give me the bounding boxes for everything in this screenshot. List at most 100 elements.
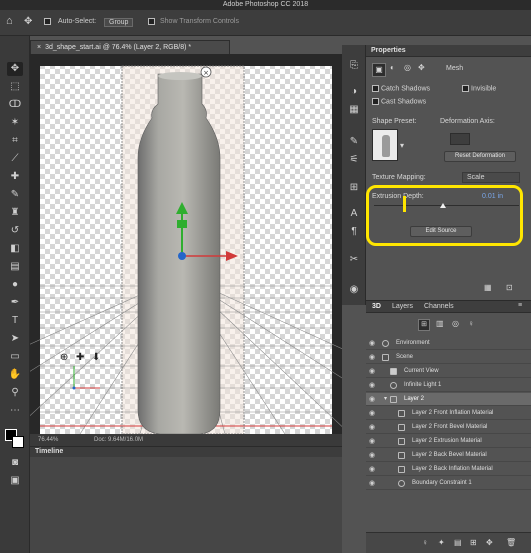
mesh-mode-label: Mesh bbox=[446, 65, 464, 72]
screen-mode-icon[interactable]: ▣ bbox=[7, 474, 23, 488]
tab-channels[interactable]: Channels bbox=[424, 303, 454, 310]
layer-row-boundary-constraint[interactable]: ◉ Boundary Constraint 1 bbox=[366, 477, 531, 490]
visibility-eye-icon[interactable]: ◉ bbox=[369, 449, 375, 462]
tools-preset-icon[interactable]: ✂ bbox=[347, 253, 361, 267]
canvas-area[interactable]: × ⊕ ✚ ⬇ bbox=[0, 54, 531, 435]
cast-shadows-row[interactable]: Cast Shadows bbox=[372, 98, 426, 105]
reset-deformation-button[interactable]: Reset Deformation bbox=[444, 151, 516, 162]
materials-filter-icon[interactable]: ◎ bbox=[452, 319, 459, 328]
visibility-eye-icon[interactable]: ◉ bbox=[369, 407, 375, 420]
catch-shadows-label: Catch Shadows bbox=[381, 85, 431, 93]
home-icon[interactable]: ⌂ bbox=[6, 15, 13, 27]
pen-tool-icon[interactable]: ✒ bbox=[7, 296, 23, 310]
stamp-tool-icon[interactable]: ♜ bbox=[7, 206, 23, 220]
layer-row-layer-2[interactable]: ◉ ▾ Layer 2 bbox=[366, 393, 531, 406]
swatches-panel-icon[interactable]: ▦ bbox=[347, 103, 361, 117]
zoom-tool-icon[interactable]: ⚲ bbox=[7, 386, 23, 400]
shape-tool-icon[interactable]: ▭ bbox=[7, 350, 23, 364]
visibility-eye-icon[interactable]: ◉ bbox=[369, 379, 375, 392]
meshes-filter-icon[interactable]: ▥ bbox=[436, 319, 444, 328]
properties-options-icon[interactable]: ⊡ bbox=[506, 283, 513, 292]
layer-row-front-inflation[interactable]: ◉ Layer 2 Front Inflation Material bbox=[366, 407, 531, 420]
gradient-tool-icon[interactable]: ▤ bbox=[7, 260, 23, 274]
layer-row-back-bevel[interactable]: ◉ Layer 2 Back Bevel Material bbox=[366, 449, 531, 462]
path-select-icon[interactable]: ➤ bbox=[7, 332, 23, 346]
tab-layers[interactable]: Layers bbox=[392, 303, 413, 310]
new-3d-object-icon[interactable]: ⊞ bbox=[470, 538, 477, 547]
paragraph-panel-icon[interactable]: ¶ bbox=[347, 225, 361, 239]
document-close-icon[interactable]: × bbox=[37, 44, 41, 51]
brush-panel-icon[interactable]: ✎ bbox=[347, 135, 361, 149]
texture-mapping-dropdown[interactable]: Scale bbox=[462, 172, 520, 183]
visibility-eye-icon[interactable]: ◉ bbox=[369, 337, 375, 350]
expand-chevron-icon[interactable]: ▾ bbox=[384, 393, 387, 406]
layer-row-infinite-light[interactable]: ◉ Infinite Light 1 bbox=[366, 379, 531, 392]
auto-select-checkbox[interactable] bbox=[44, 18, 53, 25]
delete-icon[interactable]: 🗑 bbox=[506, 538, 516, 547]
3d-panel-icon[interactable]: ◉ bbox=[347, 283, 361, 297]
panel-menu-icon[interactable]: ≡ bbox=[518, 302, 522, 309]
visibility-eye-icon[interactable]: ◉ bbox=[369, 435, 375, 448]
hand-tool-icon[interactable]: ✋ bbox=[7, 368, 23, 382]
layer-row-extrusion[interactable]: ◉ Layer 2 Extrusion Material bbox=[366, 435, 531, 448]
layer-row-back-inflation[interactable]: ◉ Layer 2 Back Inflation Material bbox=[366, 463, 531, 476]
healing-brush-icon[interactable]: ✚ bbox=[7, 170, 23, 184]
crop-tool-icon[interactable]: ⌗ bbox=[7, 134, 23, 148]
move-tool-icon[interactable]: ✥ bbox=[24, 16, 32, 27]
layer-row-environment[interactable]: ◉ Environment bbox=[366, 337, 531, 350]
preset-dropdown-icon[interactable]: ▾ bbox=[400, 141, 404, 150]
type-tool-icon[interactable]: T bbox=[7, 314, 23, 328]
eraser-tool-icon[interactable]: ◧ bbox=[7, 242, 23, 256]
eyedropper-icon[interactable]: ⟋ bbox=[7, 152, 23, 166]
light-options-icon[interactable]: ♀ bbox=[422, 538, 428, 547]
invisible-checkbox[interactable] bbox=[462, 85, 469, 92]
layer-row-current-view[interactable]: ◉ Current View bbox=[366, 365, 531, 378]
layer-row-scene[interactable]: ◉ Scene bbox=[366, 351, 531, 364]
catch-shadows-row[interactable]: Catch Shadows bbox=[372, 85, 430, 92]
history-brush-icon[interactable]: ↺ bbox=[7, 224, 23, 238]
coordinates-mode-icon[interactable]: ✥ bbox=[418, 63, 425, 72]
shape-preset-thumbnail[interactable] bbox=[372, 129, 398, 161]
visibility-eye-icon[interactable]: ◉ bbox=[369, 365, 375, 378]
dodge-tool-icon[interactable]: ● bbox=[7, 278, 23, 292]
quick-mask-icon[interactable]: ◙ bbox=[7, 456, 23, 470]
zoom-readout[interactable]: 76.44% bbox=[38, 434, 58, 446]
lasso-tool-icon[interactable]: ↀ bbox=[7, 98, 23, 112]
move-tool-icon[interactable]: ✥ bbox=[7, 62, 23, 76]
layer-row-front-bevel[interactable]: ◉ Layer 2 Front Bevel Material bbox=[366, 421, 531, 434]
cast-shadows-checkbox[interactable] bbox=[372, 98, 379, 105]
edit-toolbar-icon[interactable]: ⋯ bbox=[7, 404, 23, 418]
move-object-icon[interactable]: ✥ bbox=[486, 538, 493, 547]
visibility-eye-icon[interactable]: ◉ bbox=[369, 393, 375, 406]
visibility-eye-icon[interactable]: ◉ bbox=[369, 477, 375, 490]
visibility-eye-icon[interactable]: ◉ bbox=[369, 421, 375, 434]
camera-view-icon[interactable]: ▤ bbox=[454, 538, 462, 547]
marquee-tool-icon[interactable]: ⬚ bbox=[7, 80, 23, 94]
lights-filter-icon[interactable]: ♀ bbox=[468, 319, 474, 328]
invisible-row[interactable]: Invisible bbox=[462, 85, 496, 92]
tab-3d[interactable]: 3D bbox=[372, 303, 381, 310]
color-panel-icon[interactable]: ◑ bbox=[347, 85, 361, 99]
camera-tools[interactable]: ⊕ ✚ ⬇ bbox=[60, 352, 100, 363]
deformation-axis-widget[interactable] bbox=[450, 133, 470, 145]
mesh-mode-icon[interactable]: ▣ bbox=[372, 63, 386, 77]
document-tab[interactable]: × 3d_shape_start.ai @ 76.4% (Layer 2, RGB… bbox=[30, 40, 230, 54]
canvas-3d-scene[interactable]: × ⊕ ✚ ⬇ bbox=[0, 54, 531, 435]
auto-select-dropdown[interactable]: Group bbox=[104, 18, 134, 27]
character-panel-icon[interactable]: A bbox=[347, 207, 361, 221]
catch-shadows-checkbox[interactable] bbox=[372, 85, 379, 92]
magic-wand-icon[interactable]: ✶ bbox=[7, 116, 23, 130]
visibility-eye-icon[interactable]: ◉ bbox=[369, 463, 375, 476]
history-icon[interactable]: ⎘ bbox=[347, 59, 361, 73]
add-light-icon[interactable]: ✦ bbox=[438, 538, 445, 547]
whole-scene-filter-icon[interactable]: ⊞ bbox=[418, 319, 430, 331]
deform-mode-icon[interactable]: ◐ bbox=[390, 63, 395, 72]
adjustments-icon[interactable]: ⊞ bbox=[347, 181, 361, 195]
cap-mode-icon[interactable]: ◎ bbox=[404, 63, 411, 72]
brush-settings-icon[interactable]: ⚟ bbox=[347, 153, 361, 167]
visibility-eye-icon[interactable]: ◉ bbox=[369, 351, 375, 364]
background-color-swatch[interactable] bbox=[12, 436, 24, 448]
render-icon[interactable]: ▦ bbox=[484, 283, 492, 292]
brush-tool-icon[interactable]: ✎ bbox=[7, 188, 23, 202]
transform-controls-checkbox[interactable] bbox=[148, 18, 157, 25]
